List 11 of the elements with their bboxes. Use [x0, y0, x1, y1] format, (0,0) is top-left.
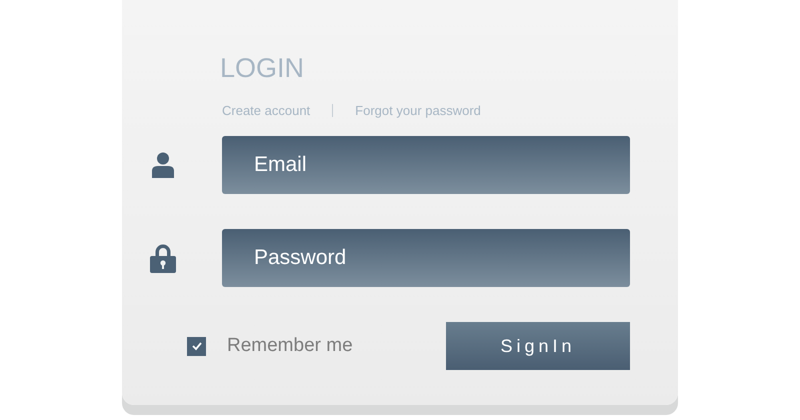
check-icon	[190, 341, 202, 351]
account-link[interactable]: Forgot your password	[355, 102, 481, 118]
password-field[interactable]: Password	[222, 229, 630, 287]
remember-label: Remember me	[227, 335, 353, 357]
lock-icon	[150, 243, 176, 273]
email-field[interactable]: Email	[222, 136, 630, 194]
sign-in-button[interactable]: SignIn	[446, 322, 630, 370]
user-icon	[152, 152, 174, 178]
login-title: LOGIN	[220, 52, 306, 84]
account-link[interactable]: Create account	[222, 102, 310, 118]
remember-checkbox[interactable]	[187, 336, 206, 356]
